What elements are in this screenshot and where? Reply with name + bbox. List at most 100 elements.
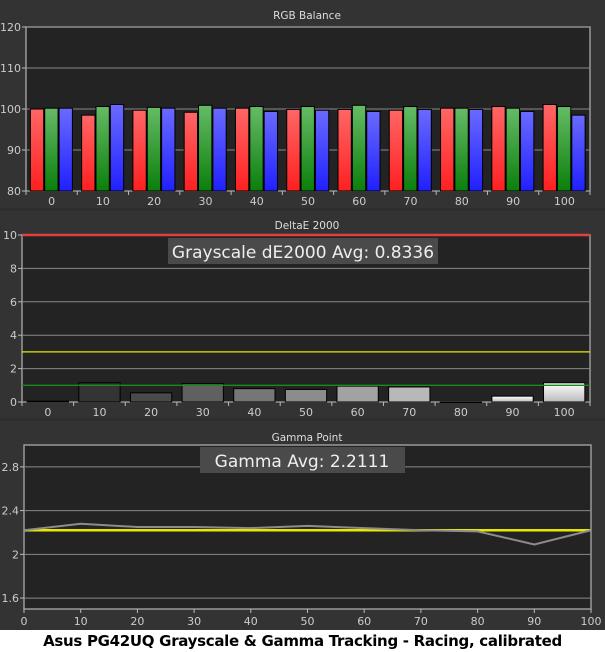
rgb-balance-title: RGB Balance [273, 10, 341, 22]
red-bar [388, 109, 404, 192]
green-bar [198, 104, 213, 192]
red-bar [542, 103, 557, 192]
x-tick-label: 50 [299, 406, 313, 419]
x-tick-label: 20 [147, 195, 161, 208]
gamma-point [590, 529, 592, 532]
green-bar [146, 106, 162, 192]
blue-bar [58, 107, 73, 192]
y-tick-label: 2.4 [2, 505, 20, 518]
y-tick-label: 2 [10, 363, 17, 376]
red-bar [491, 106, 506, 192]
x-tick-label: 70 [414, 615, 428, 628]
blue-bar [161, 107, 176, 192]
red-bar [286, 108, 301, 192]
red-bar [337, 108, 352, 192]
blue-bar [263, 110, 278, 192]
green-bar [403, 106, 418, 192]
red-bar [132, 109, 147, 192]
red-bar [440, 107, 455, 192]
blue-bar [109, 103, 125, 192]
blue-bar [366, 110, 381, 192]
green-bar [249, 106, 264, 192]
deltae-bar [491, 395, 534, 403]
red-bar [234, 107, 250, 192]
deltae-bar [233, 388, 276, 403]
deltae-bar [388, 386, 431, 403]
rgb-balance-panel: RGB Balance 80 90 100 110 120 0 10 20 30 40 50 60 70… [0, 0, 605, 208]
x-tick-label: 90 [506, 195, 520, 208]
deltae-title: DeltaE 2000 [275, 220, 340, 232]
x-tick-label: 40 [244, 615, 258, 628]
blue-bar [212, 107, 227, 192]
y-tick-label: 0 [10, 396, 17, 409]
deltae-bar [26, 400, 69, 403]
x-tick-label: 70 [402, 406, 416, 419]
gamma-point [193, 526, 195, 528]
x-tick-label: 100 [581, 615, 602, 628]
gamma-title: Gamma Point [272, 432, 343, 444]
x-tick-label: 70 [404, 195, 418, 208]
x-tick-label: 60 [351, 406, 365, 419]
x-tick-label: 0 [44, 406, 51, 419]
x-tick-label: 10 [74, 615, 88, 628]
x-tick-label: 20 [144, 406, 158, 419]
y-tick-label: 120 [0, 21, 21, 34]
gamma-point [306, 525, 309, 527]
x-tick-label: 40 [247, 406, 261, 419]
gamma-point [250, 527, 252, 529]
x-tick-label: 100 [554, 406, 575, 419]
blue-bar [468, 108, 484, 192]
green-bar [44, 107, 59, 192]
red-bar [81, 114, 96, 192]
gamma-point [363, 527, 366, 529]
blue-bar [520, 110, 535, 192]
red-bar [183, 111, 199, 192]
x-tick-label: 60 [357, 615, 371, 628]
x-tick-label: 0 [21, 615, 28, 628]
x-tick-label: 80 [455, 195, 469, 208]
x-tick-label: 30 [196, 406, 210, 419]
chart-figure: RGB Balance 80 90 100 110 120 0 10 20 30 40 50 60 70… [0, 0, 605, 652]
x-tick-label: 50 [301, 615, 315, 628]
y-tick-label: 90 [7, 144, 21, 157]
x-tick-label: 40 [250, 195, 264, 208]
x-tick-label: 10 [92, 406, 106, 419]
deltae-average-annotation: Grayscale dE2000 Avg: 0.8336 [172, 243, 434, 263]
green-bar [454, 107, 469, 192]
gamma-point [136, 526, 139, 528]
x-tick-label: 100 [554, 195, 575, 208]
deltae-bar [129, 392, 173, 403]
x-tick-label: 10 [96, 195, 110, 208]
deltae-bar [181, 383, 224, 403]
y-tick-label: 10 [3, 229, 17, 242]
y-tick-label: 100 [0, 103, 21, 116]
gamma-point [420, 529, 422, 532]
green-bar [505, 107, 521, 192]
y-tick-label: 8 [10, 262, 17, 275]
x-tick-label: 90 [527, 615, 541, 628]
blue-bar [417, 108, 432, 192]
figure-caption: Asus PG42UQ Grayscale & Gamma Tracking -… [43, 632, 562, 650]
green-bar [95, 106, 110, 192]
y-tick-label: 110 [0, 62, 21, 75]
x-tick-label: 0 [48, 195, 55, 208]
gamma-average-annotation: Gamma Avg: 2.2111 [215, 452, 390, 472]
y-tick-label: 2 [12, 548, 19, 561]
blue-bar [314, 109, 330, 192]
x-tick-label: 80 [454, 406, 468, 419]
x-tick-label: 60 [352, 195, 366, 208]
deltae-bar [439, 401, 483, 403]
gamma-panel: Gamma Point 1.6 2 2.4 2.8 0 10 20 30 40 50 60 70 80 9… [0, 421, 605, 630]
y-tick-label: 2.8 [2, 461, 20, 474]
blue-bar [571, 114, 586, 192]
x-tick-label: 80 [471, 615, 485, 628]
x-tick-label: 30 [198, 195, 212, 208]
deltae-panel: DeltaE 2000 02468100 10 20 30 40 50 60 70 80 90 10… [0, 211, 605, 419]
green-bar [351, 104, 367, 192]
gamma-point [476, 530, 479, 533]
y-tick-label: 80 [7, 185, 21, 198]
gamma-point [533, 543, 536, 546]
green-bar [556, 106, 572, 192]
x-tick-label: 50 [301, 195, 315, 208]
deltae-bar [284, 388, 328, 403]
